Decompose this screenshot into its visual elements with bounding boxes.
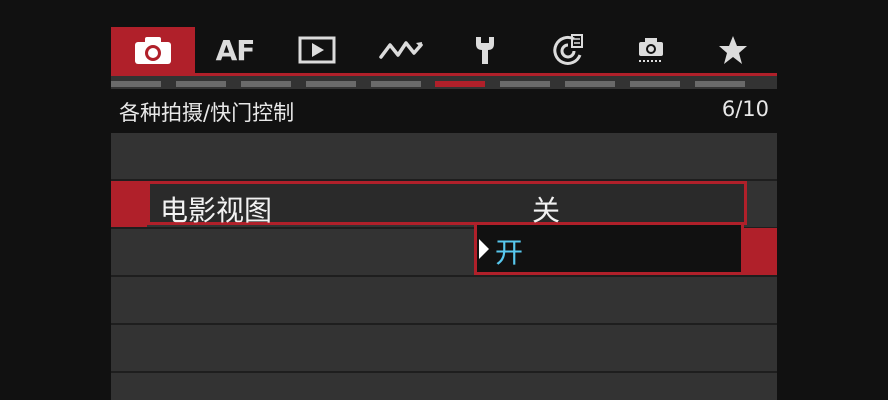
tab-wireless[interactable] xyxy=(361,27,441,73)
tab-af[interactable]: AF xyxy=(195,27,275,73)
page-indicator xyxy=(111,81,777,89)
option-on[interactable]: 开 xyxy=(495,231,523,271)
selection-marker xyxy=(111,181,147,227)
tab-shooting[interactable] xyxy=(111,27,195,73)
page-dot-active xyxy=(435,81,485,87)
tab-underline xyxy=(111,73,777,76)
setting-movie-view[interactable]: 电影视图 关 xyxy=(147,181,747,227)
menu-header: 各种拍摄/快门控制 6/10 xyxy=(111,89,777,133)
page-dot xyxy=(241,81,291,87)
page-dot xyxy=(630,81,680,87)
tab-custom-functions[interactable] xyxy=(529,27,609,73)
tab-my-menu-camera[interactable] xyxy=(611,27,691,73)
menu-row-empty xyxy=(111,133,777,181)
camera-icon xyxy=(133,35,173,65)
tab-playback[interactable] xyxy=(277,27,357,73)
wrench-icon xyxy=(471,34,499,66)
tab-setup[interactable] xyxy=(445,27,525,73)
tab-my-menu[interactable] xyxy=(693,27,773,73)
af-icon: AF xyxy=(215,33,256,67)
star-icon xyxy=(717,34,749,66)
camera-menu-screen: AF 各种拍摄/快门控制 6/10 电影视图 关 开 xyxy=(111,25,777,400)
menu-row-empty xyxy=(111,325,777,373)
page-dot xyxy=(306,81,356,87)
option-off[interactable]: 关 xyxy=(532,189,560,229)
c-dial-icon xyxy=(552,33,586,67)
page-dot xyxy=(371,81,421,87)
menu-tab-bar: AF xyxy=(111,25,777,76)
page-dot xyxy=(565,81,615,87)
page-number: 6/10 xyxy=(721,97,769,121)
page-dot xyxy=(111,81,161,87)
page-dot xyxy=(500,81,550,87)
custom-camera-icon xyxy=(635,34,667,66)
menu-row-empty xyxy=(111,277,777,325)
playback-icon xyxy=(298,36,336,64)
setting-label: 电影视图 xyxy=(160,194,273,227)
option-selection-marker xyxy=(744,228,777,275)
option-pointer-icon xyxy=(479,239,489,259)
option-on-box[interactable]: 开 xyxy=(474,225,744,275)
page-dot xyxy=(176,81,226,87)
wave-icon xyxy=(378,37,424,63)
page-title: 各种拍摄/快门控制 xyxy=(119,101,295,125)
page-dot xyxy=(695,81,745,87)
